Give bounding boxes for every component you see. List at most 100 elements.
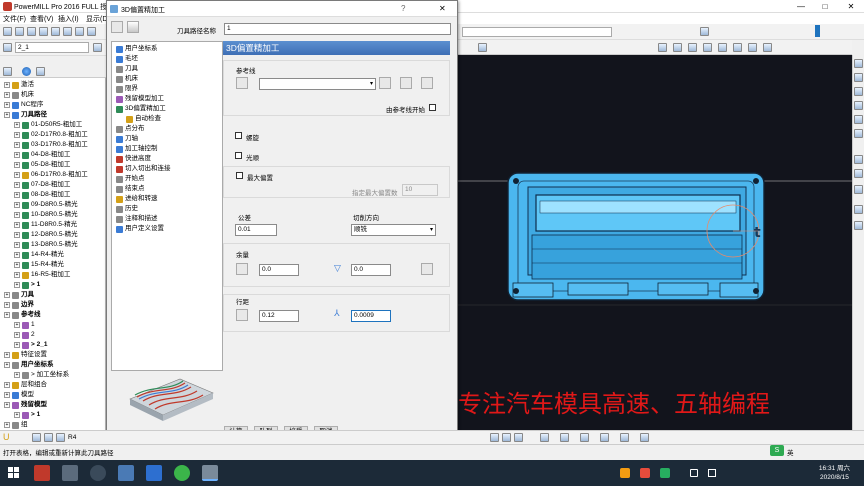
wcs-select[interactable]: 2_1: [15, 42, 89, 53]
dialog-tree-item[interactable]: 毛坯: [116, 54, 138, 64]
ime-language[interactable]: 英: [787, 447, 794, 457]
expand-icon[interactable]: +: [4, 92, 10, 98]
dialog-tree-item[interactable]: 用户定义设置: [116, 224, 164, 234]
magnet-icon[interactable]: U: [3, 432, 10, 442]
tool-create-icon[interactable]: [56, 433, 65, 442]
explorer-item[interactable]: + > 2_1: [14, 340, 47, 350]
explorer-item[interactable]: + 机床: [4, 90, 34, 100]
tool-icon[interactable]: [87, 27, 96, 36]
smooth-checkbox[interactable]: [235, 152, 242, 159]
explorer-item[interactable]: + 特征设置: [4, 350, 47, 360]
tray-app-1-icon[interactable]: [620, 468, 630, 478]
view-iso-icon[interactable]: [478, 43, 487, 52]
expand-icon[interactable]: +: [14, 242, 20, 248]
stop-icon[interactable]: [63, 27, 72, 36]
save-icon[interactable]: [15, 27, 24, 36]
surface-mode-icon[interactable]: [514, 433, 523, 442]
tool-type-icon[interactable]: [32, 433, 41, 442]
expand-icon[interactable]: +: [14, 202, 20, 208]
explorer-item[interactable]: +15-R4-精光: [14, 260, 64, 270]
measure-tool-icon[interactable]: [580, 433, 589, 442]
taskbar-app-4-icon[interactable]: [118, 465, 134, 481]
expand-icon[interactable]: +: [14, 142, 20, 148]
expand-icon[interactable]: +: [4, 82, 10, 88]
measure-icon[interactable]: [763, 43, 772, 52]
dialog-tree-item[interactable]: 刀具: [116, 64, 138, 74]
view-right-icon[interactable]: [854, 101, 863, 110]
expand-icon[interactable]: +: [4, 112, 10, 118]
explorer-item[interactable]: +11-D8R0.5-精光: [14, 220, 77, 230]
explorer-item[interactable]: + 边界: [4, 300, 34, 310]
view-bottom-icon[interactable]: [854, 129, 863, 138]
dialog-tree-item[interactable]: 残留模型加工: [116, 94, 164, 104]
grid-icon[interactable]: [560, 433, 569, 442]
undo-icon[interactable]: [39, 27, 48, 36]
explorer-item[interactable]: +13-D8R0.5-精光: [14, 240, 78, 250]
expand-icon[interactable]: +: [4, 102, 10, 108]
dialog-tree-item[interactable]: 切入切出和连接: [116, 164, 171, 174]
menu-insert[interactable]: 插入(I): [58, 14, 79, 24]
volume-icon[interactable]: [708, 469, 716, 477]
expand-icon[interactable]: +: [14, 282, 20, 288]
expand-icon[interactable]: +: [14, 192, 20, 198]
explorer-item[interactable]: + 组: [4, 420, 28, 430]
stepover-input[interactable]: 0.12: [259, 310, 299, 322]
stepdown-input[interactable]: 0.0009: [351, 310, 391, 322]
explorer-item[interactable]: + 层和组合: [4, 380, 47, 390]
minimize-button[interactable]: —: [790, 0, 812, 13]
expand-icon[interactable]: +: [14, 252, 20, 258]
zoom-fit-icon[interactable]: [854, 205, 863, 214]
expand-icon[interactable]: +: [14, 412, 20, 418]
reference-settings-icon[interactable]: [421, 77, 433, 89]
tolerance-input[interactable]: 0.01: [235, 224, 277, 236]
toolpath-params-icon[interactable]: [127, 21, 139, 33]
explorer-item[interactable]: + 激活: [4, 80, 34, 90]
reference-select[interactable]: ▾: [259, 78, 376, 90]
explorer-item[interactable]: +08-D8-粗加工: [14, 190, 70, 200]
expand-icon[interactable]: +: [4, 312, 10, 318]
expand-icon[interactable]: +: [4, 402, 10, 408]
zoom-in-icon[interactable]: [854, 221, 863, 230]
expand-icon[interactable]: +: [14, 122, 20, 128]
allowance-axial-input[interactable]: 0.0: [351, 264, 391, 276]
dialog-tree-item[interactable]: 快进高度: [116, 154, 151, 164]
reference-create-icon[interactable]: [400, 77, 412, 89]
explorer-item[interactable]: + > 加工坐标系: [14, 370, 69, 380]
expand-icon[interactable]: +: [14, 372, 20, 378]
tree-view-toggle-icon[interactable]: [111, 21, 123, 33]
curve-mode-icon[interactable]: [502, 433, 511, 442]
pan-icon[interactable]: [718, 43, 727, 52]
view-back-icon[interactable]: [854, 73, 863, 82]
dialog-tree-item[interactable]: 自动检查: [126, 114, 161, 124]
redo-icon[interactable]: [51, 27, 60, 36]
expand-icon[interactable]: +: [14, 132, 20, 138]
view-front-icon[interactable]: [854, 59, 863, 68]
view-top-icon[interactable]: [854, 115, 863, 124]
expand-icon[interactable]: +: [14, 172, 20, 178]
explorer-item[interactable]: + 刀具: [4, 290, 34, 300]
block-icon[interactable]: [75, 27, 84, 36]
dialog-tree-item[interactable]: 注释和描述: [116, 214, 158, 224]
explorer-item[interactable]: +1: [14, 320, 35, 330]
dialog-tree-item[interactable]: 加工轴控制: [116, 144, 158, 154]
explorer-item[interactable]: +05-D8-粗加工: [14, 160, 70, 170]
expand-icon[interactable]: +: [14, 332, 20, 338]
rotate-icon[interactable]: [733, 43, 742, 52]
tray-app-2-icon[interactable]: [640, 468, 650, 478]
network-icon[interactable]: [690, 469, 698, 477]
expand-icon[interactable]: +: [4, 382, 10, 388]
zoom-icon[interactable]: [703, 43, 712, 52]
expand-icon[interactable]: +: [4, 392, 10, 398]
wcs-edit-icon[interactable]: [93, 43, 102, 52]
explorer-item[interactable]: +02-D17R0.8-粗加工: [14, 130, 88, 140]
dialog-tree-item[interactable]: 用户坐标系: [116, 44, 158, 54]
view-left-icon[interactable]: [854, 87, 863, 96]
wire-icon[interactable]: [854, 169, 863, 178]
expand-icon[interactable]: +: [14, 342, 20, 348]
fit-icon[interactable]: [748, 43, 757, 52]
expand-icon[interactable]: +: [4, 302, 10, 308]
expand-icon[interactable]: +: [14, 152, 20, 158]
explorer-item[interactable]: +01-D50R5-粗加工: [14, 120, 82, 130]
explorer-item[interactable]: +03-D17R0.8-粗加工: [14, 140, 88, 150]
taskbar-app-2-icon[interactable]: [62, 465, 78, 481]
